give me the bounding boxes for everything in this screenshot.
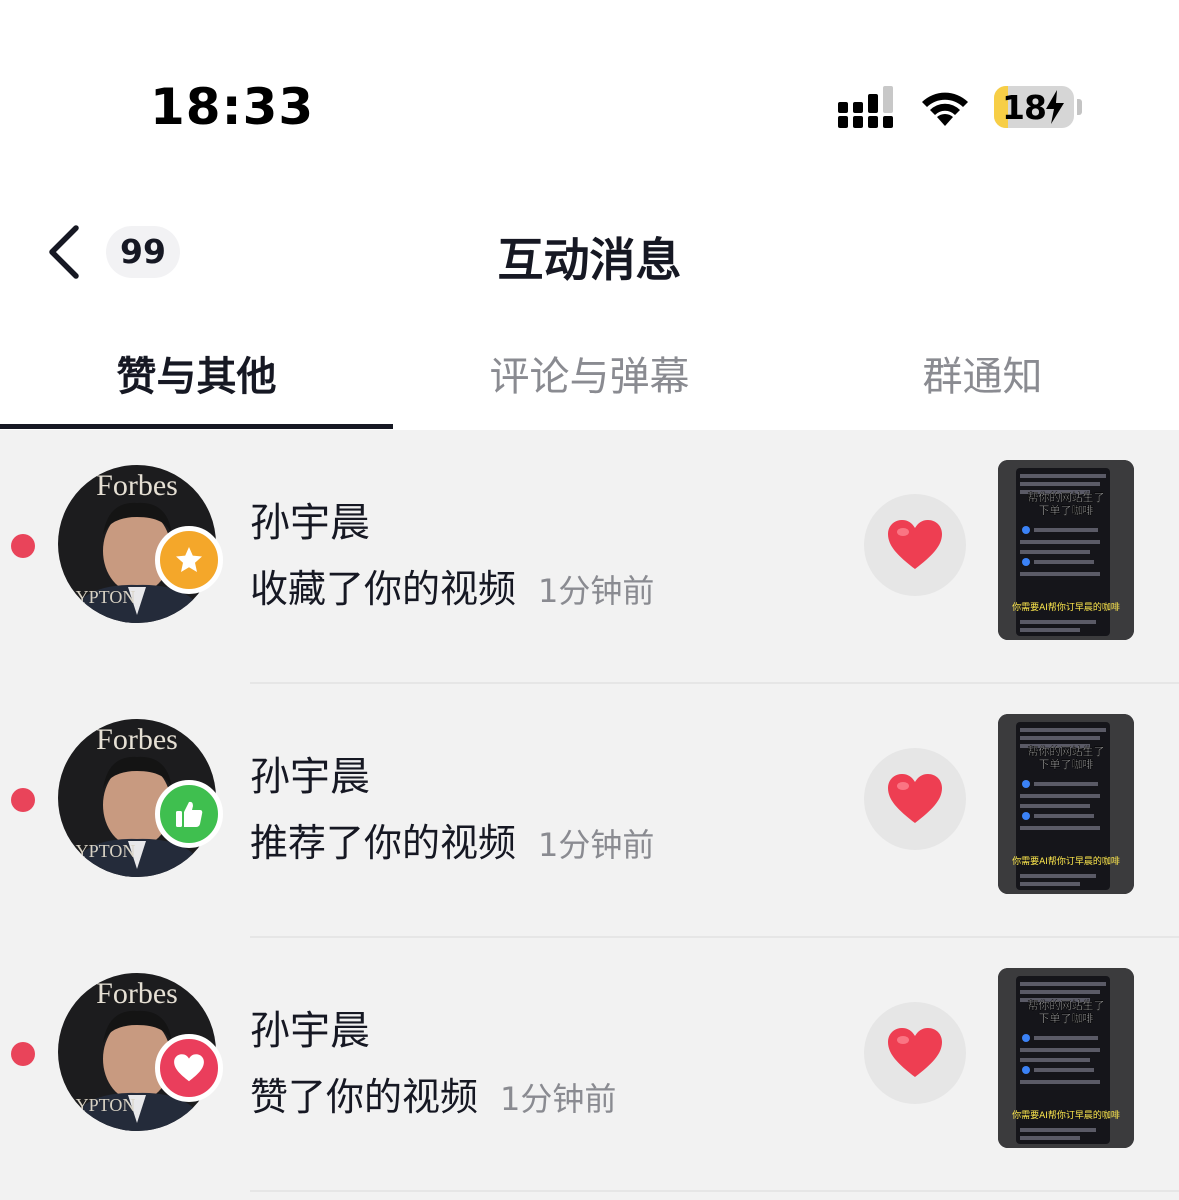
thumbnail-caption-2: 下单了咖啡: [1039, 757, 1094, 771]
svg-text:Forbes: Forbes: [96, 469, 178, 502]
battery-level: 18: [1002, 88, 1047, 127]
list-item[interactable]: Forbes RYPTON 孙宇晨 赞了你的视频 1分钟前 帮你的网站生了 下单…: [0, 938, 1179, 1192]
like-button[interactable]: [864, 494, 966, 596]
thumbnail-caption-3: 你需要AI帮你订早晨的咖啡: [1012, 601, 1120, 613]
heart-icon: [888, 774, 942, 823]
svg-text:RYPTON: RYPTON: [65, 841, 136, 861]
list-item[interactable]: Forbes RYPTON 孙宇晨 收藏了你的视频 1分钟前 帮你的网站生了 下…: [0, 430, 1179, 684]
thumbnail-caption-1: 帮你的网站生了: [1028, 744, 1105, 758]
thumbnail-caption-2: 下单了咖啡: [1039, 1011, 1094, 1025]
like-badge: [155, 1034, 223, 1102]
notification-text: 赞了你的视频 1分钟前: [250, 1066, 616, 1121]
favorite-badge: [155, 526, 223, 594]
unread-dot: [11, 1042, 35, 1066]
page-title: 互动消息: [497, 233, 682, 287]
notification-text: 收藏了你的视频 1分钟前: [250, 558, 654, 613]
thumbnail-caption-2: 下单了咖啡: [1039, 503, 1094, 517]
thumbnail-caption-3: 你需要AI帮你订早晨的咖啡: [1012, 1109, 1120, 1121]
timestamp: 1分钟前: [538, 572, 655, 610]
active-tab-indicator: [0, 424, 393, 429]
action-text: 赞了你的视频: [250, 1075, 479, 1119]
thumbnail-caption-1: 帮你的网站生了: [1028, 490, 1105, 504]
cellular-signal-icon: [838, 86, 893, 128]
heart-icon: [888, 520, 942, 569]
video-thumbnail[interactable]: 帮你的网站生了 下单了咖啡 你需要AI帮你订早晨的咖啡: [998, 968, 1134, 1148]
tab-comments-and-danmaku[interactable]: 评论与弹幕: [393, 344, 786, 402]
video-thumbnail[interactable]: 帮你的网站生了 下单了咖啡 你需要AI帮你订早晨的咖啡: [998, 714, 1134, 894]
svg-text:Forbes: Forbes: [96, 723, 178, 756]
tab-likes-and-others[interactable]: 赞与其他: [0, 344, 393, 402]
list-item[interactable]: Forbes RYPTON 孙宇晨 推荐了你的视频 1分钟前 帮你的网站生了 下…: [0, 684, 1179, 938]
user-name[interactable]: 孙宇晨: [250, 998, 370, 1056]
action-text: 推荐了你的视频: [250, 821, 517, 865]
video-thumbnail[interactable]: 帮你的网站生了 下单了咖啡 你需要AI帮你订早晨的咖啡: [998, 460, 1134, 640]
tab-group-notifications[interactable]: 群通知: [786, 344, 1179, 402]
svg-text:RYPTON: RYPTON: [65, 587, 136, 607]
action-text: 收藏了你的视频: [250, 567, 517, 611]
timestamp: 1分钟前: [538, 826, 655, 864]
battery-cap: [1077, 99, 1082, 115]
notification-text: 推荐了你的视频 1分钟前: [250, 812, 654, 867]
heart-icon: [174, 1054, 204, 1082]
notification-list: Forbes RYPTON 孙宇晨 收藏了你的视频 1分钟前 帮你的网站生了 下…: [0, 430, 1179, 1200]
thumbs-up-icon: [176, 801, 203, 827]
charging-bolt-icon: [1046, 90, 1064, 124]
star-icon: [176, 547, 202, 572]
wifi-icon: [922, 92, 968, 126]
svg-text:RYPTON: RYPTON: [65, 1095, 136, 1115]
svg-text:Forbes: Forbes: [96, 977, 178, 1010]
unread-dot: [11, 788, 35, 812]
user-name[interactable]: 孙宇晨: [250, 744, 370, 802]
status-time: 18:33: [150, 78, 315, 136]
like-button[interactable]: [864, 748, 966, 850]
thumbnail-caption-1: 帮你的网站生了: [1028, 998, 1105, 1012]
battery-indicator: 18: [994, 86, 1082, 128]
like-button[interactable]: [864, 1002, 966, 1104]
recommend-badge: [155, 780, 223, 848]
unread-dot: [11, 534, 35, 558]
thumbnail-caption-3: 你需要AI帮你订早晨的咖啡: [1012, 855, 1120, 867]
divider: [250, 1190, 1179, 1192]
user-name[interactable]: 孙宇晨: [250, 490, 370, 548]
heart-icon: [888, 1028, 942, 1077]
timestamp: 1分钟前: [500, 1080, 617, 1118]
